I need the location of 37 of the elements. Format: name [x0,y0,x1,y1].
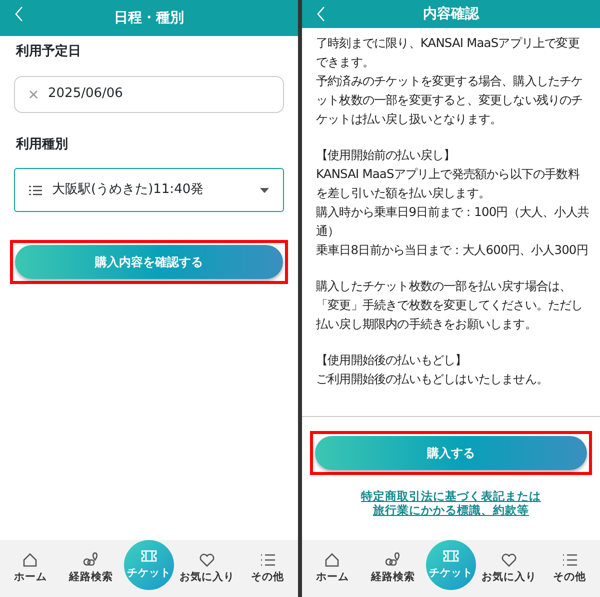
screen-title: 日程・種別 [114,10,184,26]
nav-tab[interactable]: その他 [542,551,598,586]
terms-link[interactable]: 特定商取引法に基づく表記または旅行業にかかる標識、約款等 [361,489,541,517]
caret-icon [260,188,269,192]
nav-tab[interactable]: お気に入り [480,551,537,586]
body-text: 乗車日8日前から当日まで：大人600円、小人300円 [316,242,589,259]
date-field[interactable]: 2025/06/06 [14,76,284,112]
select-field[interactable]: 大阪駅(うめきた)11:40発 [14,168,284,212]
back-button[interactable] [14,6,24,22]
map-pin-icon [384,551,402,568]
home-icon [21,551,40,568]
map-pin-icon [82,551,100,568]
body-text: 予約済みのチケットを変更する場合、購入したチケット枚数の一部を変更すると、変更しない残りのチケットは払い戻し扱いとなります。 [316,73,584,128]
nav-tab[interactable]: 経路検索 [63,551,120,586]
clear-icon [29,90,38,98]
back-icon [316,6,326,22]
list-icon [29,184,42,196]
body-text: 購入したチケット枚数の一部を払い戻す場合は、「変更」手続きで枚数を変更してください。ただし払い戻し期限内の手続きをお願いします。 [316,278,584,333]
body-text: KANSAI MaaSアプリ上で発売額から以下の手数料を差し引いた額を払い戻します。 [316,166,580,202]
home-icon [323,551,342,568]
field-label: 利用予定日 [16,42,82,61]
body-text: 【使用開始前の払い戻し】 [316,147,456,164]
body-text: 【使用開始後の払いもどし】 [316,352,468,369]
body-text: 了時刻までに限り、KANSAI MaaSアプリ上で変更できます。 [316,35,580,71]
body-text: 購入時から乗車日9日前まで：100円（大人、小人共通） [316,204,590,240]
field-label: 利用種別 [16,136,69,154]
nav-tab[interactable]: 経路検索 [365,551,422,586]
back-button[interactable] [316,6,326,22]
nav-tab[interactable]: ホーム [2,551,58,586]
heart-icon [500,551,518,568]
back-icon [14,6,24,22]
body-text: ご利用開始後の払いもどしはいたしません。 [316,371,550,388]
screen-title: 内容確認 [423,6,479,22]
nav-tab[interactable]: その他 [240,551,296,586]
nav-tab[interactable]: ホーム [304,551,360,586]
heart-icon [198,551,216,568]
nav-tab[interactable]: お気に入り [178,551,235,586]
